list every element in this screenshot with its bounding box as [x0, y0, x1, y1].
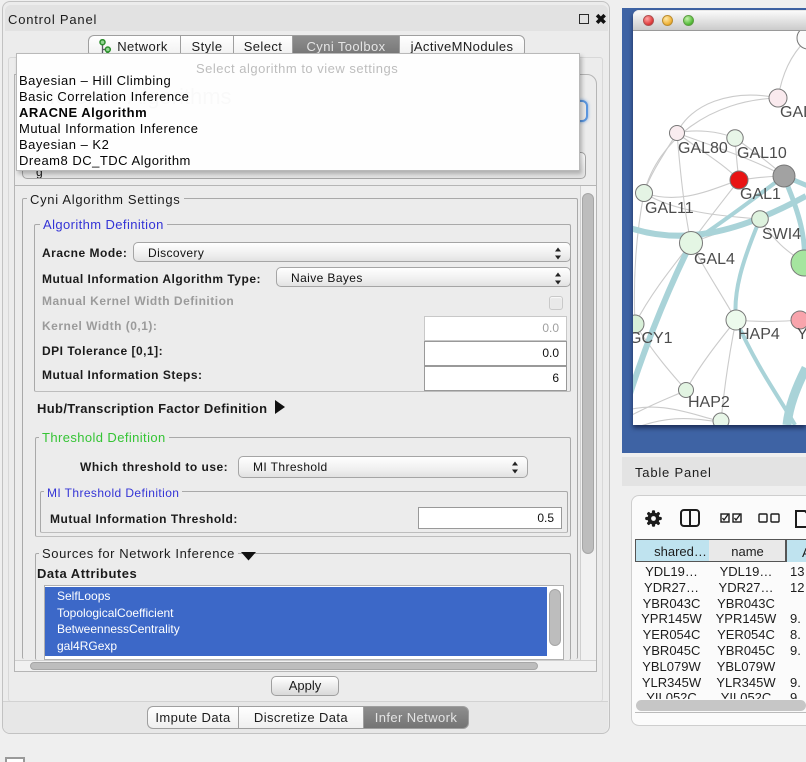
svg-text:GAL1: GAL1 [740, 186, 781, 203]
svg-text:GAL4: GAL4 [694, 251, 735, 268]
svg-text:HAP2: HAP2 [688, 394, 730, 411]
svg-text:GCY1: GCY1 [633, 330, 673, 347]
svg-text:GAL11: GAL11 [645, 200, 694, 217]
svg-text:GAL2: GAL2 [780, 104, 806, 121]
svg-text:SWI4: SWI4 [762, 226, 801, 243]
svg-text:GAL80: GAL80 [678, 140, 728, 157]
svg-text:GAL10: GAL10 [737, 145, 787, 162]
svg-text:Y: Y [797, 326, 806, 343]
svg-text:HAP4: HAP4 [738, 326, 780, 343]
